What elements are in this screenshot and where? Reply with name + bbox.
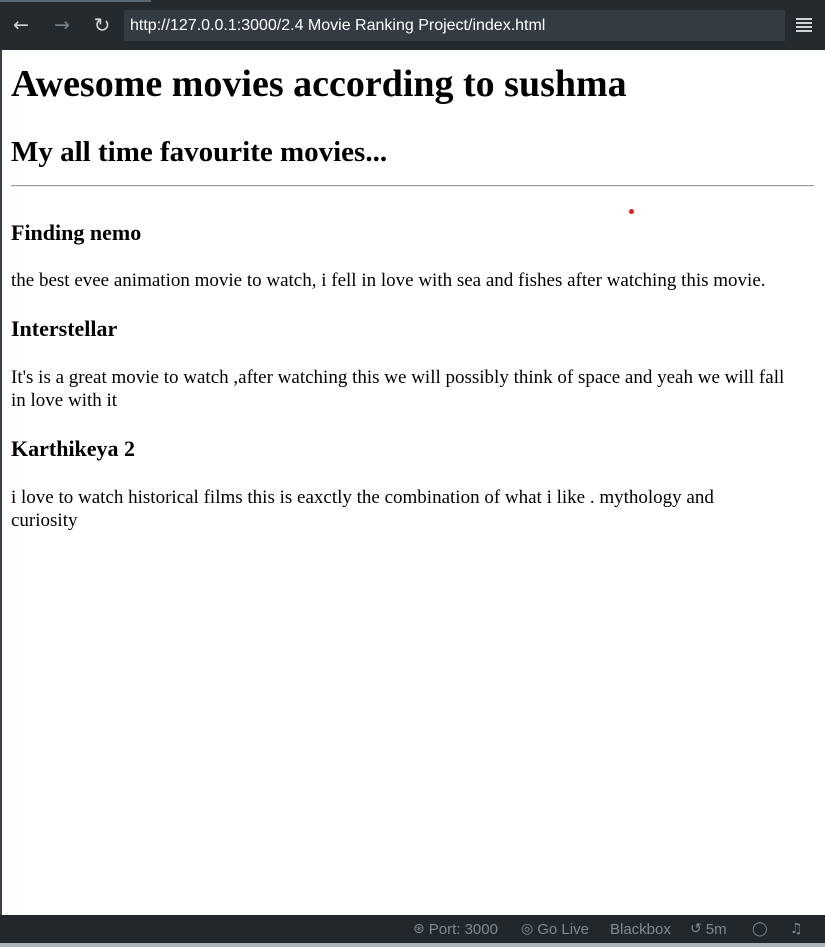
bottom-border <box>0 943 825 947</box>
hamburger-menu-icon <box>796 18 812 20</box>
reload-button[interactable]: ↻ <box>90 11 114 39</box>
notifications-button[interactable]: ♫ <box>790 915 807 943</box>
hamburger-line <box>796 22 812 24</box>
port-status[interactable]: ⊛ Port: 3000 <box>413 915 498 943</box>
arrow-right-icon: → <box>54 13 70 36</box>
movie-title-interstellar: Interstellar <box>11 316 118 341</box>
go-live-label: Go Live <box>537 920 589 938</box>
movie-title-karthikeya-2: Karthikeya 2 <box>11 436 136 461</box>
menu-button[interactable] <box>793 14 815 36</box>
go-live-button[interactable]: ◎ Go Live <box>521 915 589 943</box>
page-title: Awesome movies according to sushma <box>11 63 627 105</box>
movie-description-finding-nemo: the best evee animation movie to watch, … <box>11 270 766 291</box>
url-text[interactable]: http://127.0.0.1:3000/2.4 Movie Ranking … <box>130 17 545 35</box>
movie-title-finding-nemo: Finding nemo <box>11 220 142 245</box>
feedback-icon: ◯ <box>752 921 768 937</box>
page-subtitle: My all time favourite movies... <box>11 136 388 168</box>
movie-description-interstellar: It's is a great movie to watch ,after wa… <box>11 367 785 411</box>
page-viewport: Awesome movies according to sushma My al… <box>2 50 825 915</box>
movie-description-karthikeya-2: i love to watch historical films this is… <box>11 487 714 531</box>
back-button[interactable]: ← <box>9 11 33 39</box>
hamburger-line <box>796 26 812 28</box>
forward-button[interactable]: → <box>50 11 74 39</box>
reload-icon: ↻ <box>93 13 111 37</box>
port-label: Port: 3000 <box>428 920 498 938</box>
timer-label: 5m <box>705 920 727 938</box>
cursor-dot <box>629 209 634 214</box>
timer-status[interactable]: ↺ 5m <box>690 915 727 943</box>
status-bar: ⊛ Port: 3000 ◎ Go Live Blackbox ↺ 5m ◯ ♫ <box>0 915 825 943</box>
blackbox-label: Blackbox <box>610 920 671 938</box>
browser-toolbar: ← → ↻ http://127.0.0.1:3000/2.4 Movie Ra… <box>0 0 825 50</box>
hamburger-line <box>796 30 812 32</box>
broadcast-icon: ⊛ <box>413 921 425 937</box>
loading-indicator <box>0 0 151 2</box>
address-bar[interactable]: http://127.0.0.1:3000/2.4 Movie Ranking … <box>124 10 785 41</box>
history-icon: ↺ <box>690 921 702 937</box>
live-icon: ◎ <box>521 921 534 937</box>
bell-icon: ♫ <box>790 921 803 937</box>
blackbox-button[interactable]: Blackbox <box>610 915 671 943</box>
divider <box>11 185 814 187</box>
app-window: ← → ↻ http://127.0.0.1:3000/2.4 Movie Ra… <box>0 0 825 947</box>
feedback-button[interactable]: ◯ <box>752 915 772 943</box>
arrow-left-icon: ← <box>13 13 29 36</box>
